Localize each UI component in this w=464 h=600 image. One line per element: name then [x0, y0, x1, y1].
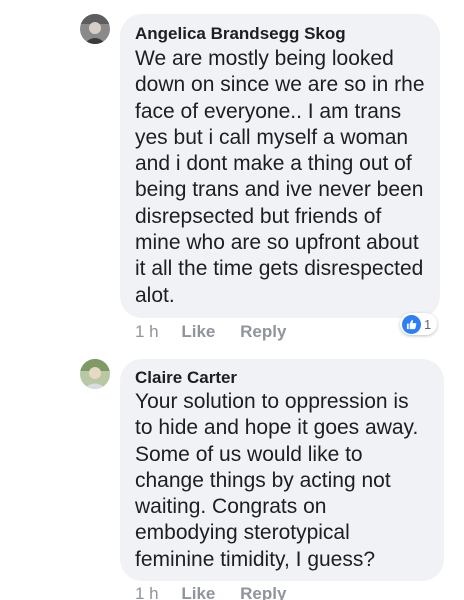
like-button[interactable]: Like: [181, 584, 215, 600]
comment-author[interactable]: Claire Carter: [135, 368, 237, 388]
comment-actions: 1 h Like Reply: [135, 584, 286, 600]
comment-timestamp: 1 h: [135, 584, 159, 600]
reaction-count-badge[interactable]: 1: [400, 313, 438, 335]
comment: Angelica Brandsegg Skog We are mostly be…: [0, 0, 464, 345]
comment: Claire Carter Your solution to oppressio…: [0, 345, 464, 600]
comment-text: We are mostly being looked down on since…: [135, 47, 425, 307]
like-button[interactable]: Like: [181, 322, 215, 342]
avatar[interactable]: [80, 359, 110, 389]
reply-button[interactable]: Reply: [240, 584, 286, 600]
user-avatar-icon: [80, 14, 110, 44]
reaction-count: 1: [424, 316, 432, 332]
comment-author[interactable]: Angelica Brandsegg Skog: [135, 24, 346, 44]
user-avatar-icon: [80, 359, 110, 389]
reply-button[interactable]: Reply: [240, 322, 286, 342]
comment-text: Your solution to oppression is to hide a…: [135, 390, 419, 571]
comment-actions: 1 h Like Reply: [135, 322, 286, 342]
comment-timestamp: 1 h: [135, 322, 159, 341]
avatar[interactable]: [80, 14, 110, 44]
thumbs-up-icon: [402, 314, 421, 334]
